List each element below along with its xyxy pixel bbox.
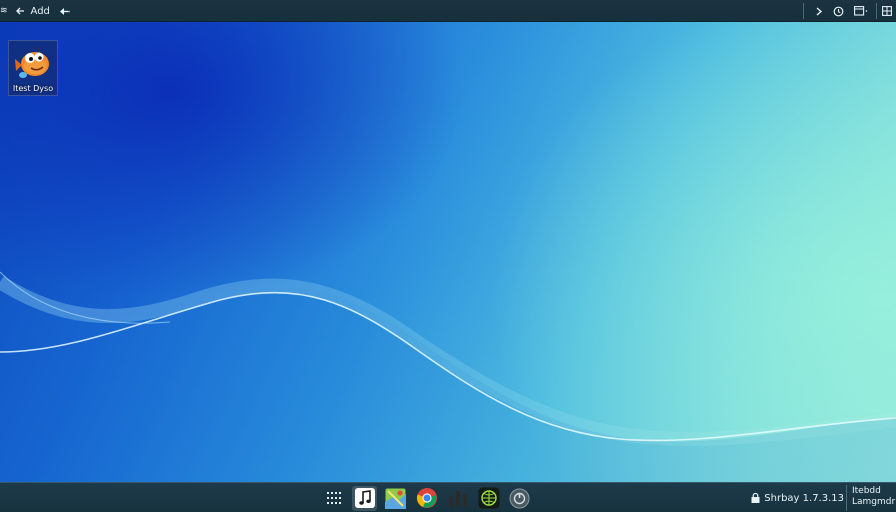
music-note-icon	[354, 488, 375, 508]
audio-bars-icon	[448, 491, 467, 507]
system-tray[interactable]: Shrbay 1.7.3.13	[751, 483, 844, 512]
window-button[interactable]	[849, 0, 873, 22]
back-arrow-icon	[59, 7, 70, 15]
clock-line-2: Lamgmdr	[852, 497, 896, 507]
panel-button[interactable]	[880, 0, 896, 22]
menu-button[interactable]: ≋	[0, 0, 12, 22]
map-icon	[385, 488, 406, 509]
lock-icon	[751, 493, 760, 503]
music-app-button[interactable]	[352, 485, 377, 511]
taskbar: Shrbay 1.7.3.13 Itebdd Lamgmdr	[0, 482, 896, 512]
app-grid-button[interactable]	[321, 486, 346, 511]
dock	[321, 485, 532, 511]
window-icon	[854, 6, 868, 16]
power-icon	[509, 488, 530, 508]
add-label: Add	[30, 5, 50, 17]
cartoon-fish-icon	[15, 46, 49, 78]
expand-button[interactable]	[810, 0, 828, 22]
separator	[803, 3, 804, 19]
clock-button[interactable]	[828, 0, 849, 22]
settings-app-button[interactable]	[507, 486, 532, 511]
top-panel-right	[797, 0, 896, 22]
audio-app-button[interactable]	[445, 486, 470, 511]
clock-icon	[833, 6, 844, 16]
top-panel-left: ≋ Add	[0, 0, 74, 22]
chrome-app-button[interactable]	[414, 486, 439, 511]
clock-line-1: Itebdd	[852, 486, 881, 496]
desktop-icon[interactable]: Itest Dyso	[8, 40, 58, 96]
network-globe-icon	[478, 487, 499, 509]
maps-app-button[interactable]	[383, 486, 408, 511]
top-panel: ≋ Add	[0, 0, 896, 22]
arrow-left-icon	[15, 7, 24, 15]
chevron-right-icon	[816, 6, 823, 16]
chrome-icon	[416, 488, 437, 508]
tray-status-text: Shrbay 1.7.3.13	[764, 492, 844, 504]
app-grid-icon	[326, 492, 341, 504]
network-app-button[interactable]	[476, 486, 501, 511]
clock[interactable]: Itebdd Lamgmdr	[846, 485, 896, 511]
add-button[interactable]: Add	[12, 0, 54, 22]
separator	[876, 3, 877, 19]
wallpaper-waves	[0, 271, 896, 482]
menu-icon: ≋	[0, 6, 8, 16]
back-button[interactable]	[54, 0, 74, 22]
desktop-icon-label: Itest Dyso	[12, 84, 54, 93]
panel-icon	[882, 6, 892, 16]
